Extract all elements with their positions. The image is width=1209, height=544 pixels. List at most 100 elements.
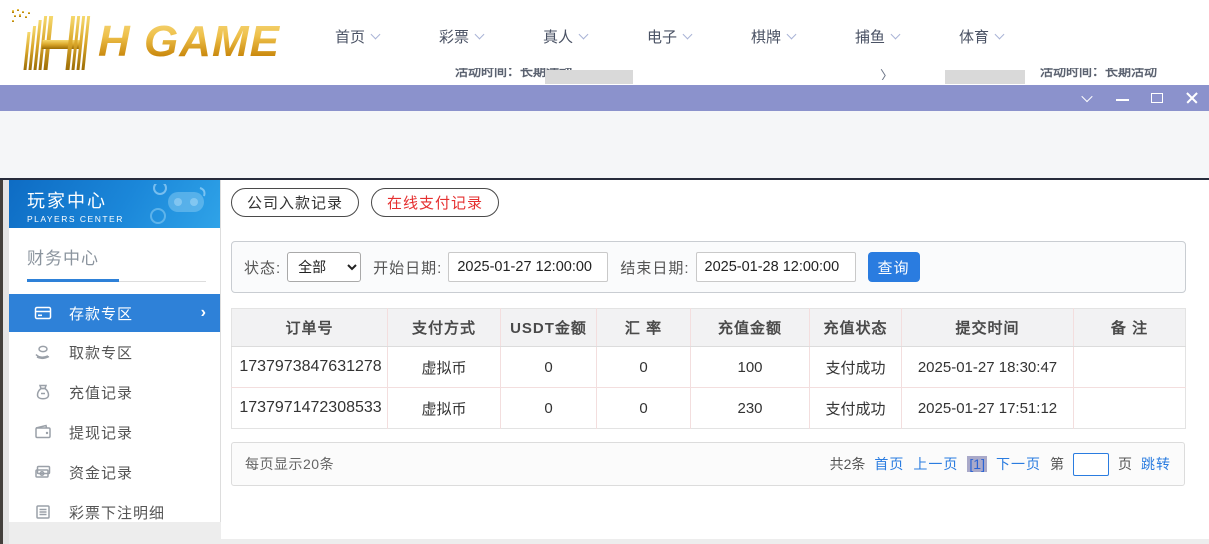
pagination-controls: 共2条 首页 上一页 [1] 下一页 第 页 跳转 <box>830 453 1171 476</box>
sidebar-item-recharge-records[interactable]: 充值记录 <box>9 372 220 412</box>
cell-usdt-amount: 0 <box>501 347 597 388</box>
start-date-label: 开始日期: <box>373 257 442 278</box>
cell-recharge-status: 支付成功 <box>810 347 902 388</box>
current-page-indicator: [1] <box>967 456 987 472</box>
maximize-icon <box>1151 93 1163 103</box>
sidebar-item-lottery-bet-detail[interactable]: 彩票下注明细 <box>9 492 220 532</box>
end-date-label: 结束日期: <box>620 257 689 278</box>
nav-label: 捕鱼 <box>855 26 885 47</box>
minimize-icon <box>1116 99 1129 101</box>
sidebar-item-funds-records[interactable]: 资金记录 <box>9 452 220 492</box>
sidebar-item-label: 彩票下注明细 <box>69 502 165 523</box>
chevron-down-icon <box>995 30 1005 40</box>
sidebar: 玩家中心 PLAYERS CENTER 财务中心 <box>9 180 221 522</box>
jump-prefix-label: 第 <box>1050 454 1064 474</box>
nav-item-fishing[interactable]: 捕鱼 <box>825 26 929 47</box>
jump-button[interactable]: 跳转 <box>1141 454 1171 474</box>
chevron-down-icon <box>787 30 797 40</box>
cell-payment-method: 虚拟币 <box>388 347 501 388</box>
background-remnant-box <box>545 70 633 84</box>
start-date-input[interactable] <box>448 252 608 282</box>
chevron-down-icon <box>891 30 901 40</box>
list-document-icon <box>33 503 53 521</box>
background-remnant-chevron: 〉 <box>880 68 894 80</box>
status-label: 状态: <box>244 257 281 278</box>
money-bag-icon <box>33 383 53 401</box>
cell-recharge-status: 支付成功 <box>810 388 902 429</box>
window-controls <box>1080 85 1199 111</box>
nav-item-sports[interactable]: 体育 <box>929 26 1033 47</box>
logo-striped-h-icon <box>10 8 98 72</box>
sidebar-item-label: 存款专区 <box>69 303 133 324</box>
cell-order-number: 1737971472308533 <box>232 388 388 429</box>
page: H GAME 首页 彩票 真人 电子 棋牌 <box>0 0 1209 544</box>
prev-page-link[interactable]: 上一页 <box>913 454 958 474</box>
tab-online-payment-records[interactable]: 在线支付记录 <box>371 188 499 217</box>
sidebar-item-withdrawal-records[interactable]: 提现记录 <box>9 412 220 452</box>
end-date-input[interactable] <box>696 252 856 282</box>
total-count-text: 共2条 <box>830 454 866 474</box>
finance-section: 财务中心 <box>9 228 220 282</box>
next-page-link[interactable]: 下一页 <box>996 454 1041 474</box>
jump-suffix-label: 页 <box>1118 454 1132 474</box>
site-header: H GAME 首页 彩票 真人 电子 棋牌 <box>0 0 1209 85</box>
table-row: 1737973847631278 虚拟币 0 0 100 支付成功 2025-0… <box>232 347 1186 388</box>
close-icon <box>1185 91 1199 105</box>
status-select[interactable]: 全部 <box>287 252 361 282</box>
hand-coin-icon <box>33 343 53 361</box>
banknotes-icon <box>33 463 53 481</box>
cell-order-number: 1737973847631278 <box>232 347 388 388</box>
nav-item-home[interactable]: 首页 <box>305 26 409 47</box>
window-maximize-button[interactable] <box>1150 91 1164 105</box>
cell-exchange-rate: 0 <box>597 347 691 388</box>
sidebar-item-deposit-zone[interactable]: 存款专区 › <box>9 294 220 332</box>
window-left-edge <box>0 180 9 544</box>
query-button[interactable]: 查询 <box>868 252 920 282</box>
nav-label: 电子 <box>647 26 677 47</box>
cell-payment-method: 虚拟币 <box>388 388 501 429</box>
nav-item-chess[interactable]: 棋牌 <box>721 26 825 47</box>
page-size-text: 每页显示20条 <box>245 454 334 474</box>
deposit-card-icon <box>33 304 53 322</box>
content-area: 玩家中心 PLAYERS CENTER 财务中心 <box>0 178 1209 544</box>
nav-label: 首页 <box>335 26 365 47</box>
cell-submit-time: 2025-01-27 17:51:12 <box>902 388 1074 429</box>
background-remnant-text: 活动时间：长期活动 <box>1040 68 1190 82</box>
background-remnant-box <box>945 70 1025 84</box>
filter-bar: 状态: 全部 开始日期: 结束日期: 查询 <box>231 241 1186 293</box>
sidebar-item-label: 取款专区 <box>69 342 133 363</box>
window-collapse-button[interactable] <box>1080 91 1094 105</box>
page-number-input[interactable] <box>1073 453 1109 476</box>
cell-recharge-amount: 230 <box>691 388 810 429</box>
sidebar-menu: 存款专区 › 取款专区 <box>9 294 220 532</box>
col-payment-method: 支付方式 <box>388 309 501 347</box>
nav-item-lottery[interactable]: 彩票 <box>409 26 513 47</box>
nav-item-live[interactable]: 真人 <box>513 26 617 47</box>
pagination-bar: 每页显示20条 共2条 首页 上一页 [1] 下一页 第 页 跳转 <box>231 442 1185 486</box>
sidebar-item-label: 充值记录 <box>69 382 133 403</box>
cell-remark <box>1074 347 1186 388</box>
record-tabs: 公司入款记录 在线支付记录 <box>231 188 1186 217</box>
logo[interactable]: H GAME <box>10 6 288 72</box>
payment-records-table: 订单号 支付方式 USDT金额 汇 率 充值金额 充值状态 提交时间 备 注 1… <box>231 308 1186 429</box>
window-minimize-button[interactable] <box>1115 91 1129 105</box>
modal-titlebar[interactable] <box>0 85 1209 111</box>
section-divider <box>27 279 206 282</box>
tab-company-deposit-records[interactable]: 公司入款记录 <box>231 188 359 217</box>
col-order-number: 订单号 <box>232 309 388 347</box>
cell-usdt-amount: 0 <box>501 388 597 429</box>
logo-text: H GAME <box>98 12 288 72</box>
first-page-link[interactable]: 首页 <box>874 454 904 474</box>
cell-remark <box>1074 388 1186 429</box>
col-submit-time: 提交时间 <box>902 309 1074 347</box>
sidebar-item-withdraw-zone[interactable]: 取款专区 <box>9 332 220 372</box>
window-close-button[interactable] <box>1185 91 1199 105</box>
chevron-down-icon <box>1081 91 1092 102</box>
cell-recharge-amount: 100 <box>691 347 810 388</box>
col-recharge-amount: 充值金额 <box>691 309 810 347</box>
nav-item-electronic[interactable]: 电子 <box>617 26 721 47</box>
wallet-icon <box>33 423 53 441</box>
modal-top-spacer <box>0 111 1209 178</box>
sidebar-item-label: 资金记录 <box>69 462 133 483</box>
nav-label: 棋牌 <box>751 26 781 47</box>
